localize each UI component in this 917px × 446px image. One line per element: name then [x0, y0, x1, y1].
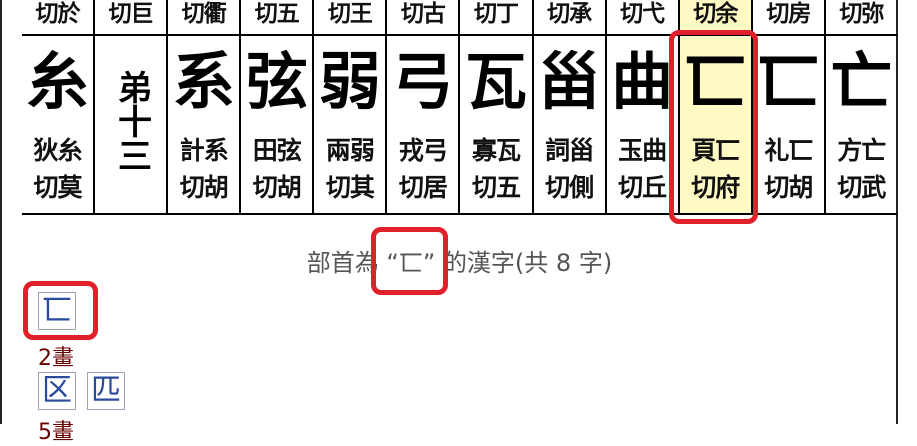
cell-top-text: 切弋	[606, 0, 678, 36]
strip-cell-12: 切弥 亡 方亡 切武	[823, 0, 897, 213]
cell-glyph: 匸	[757, 45, 820, 118]
cell-bottom-line: 切胡	[179, 173, 229, 202]
cell-bottom-line: 頁匸	[691, 136, 740, 165]
cell-bottom-line: 切側	[545, 173, 594, 202]
strip-cell-7: 切丁 瓦 寡瓦 切五	[458, 0, 532, 213]
cell-glyph: 曲	[611, 45, 674, 118]
strip-cell-9: 切弋 曲 玉曲 切丘	[604, 0, 678, 213]
strip-cell-3: 切衢 系 計系 切胡	[166, 0, 240, 213]
cell-top-text: 切於	[22, 0, 94, 36]
cell-bottom-text: 方亡 切武	[828, 132, 895, 212]
cell-bottom-text: 狄糸 切莫	[24, 132, 91, 212]
cell-bottom-line: 切莫	[33, 173, 83, 202]
cell-bottom-line: 兩弱	[325, 136, 375, 165]
cell-bottom-line: 切武	[837, 173, 886, 202]
cell-glyph: 瓦	[465, 45, 528, 118]
strip-cell-11: 切房 匸 礼匸 切胡	[750, 0, 824, 213]
cell-top-text: 切衢	[168, 0, 240, 36]
radical-strip: 切於 糸 狄糸 切莫 切巨 弟十三 切衢 系 計系 切胡 切五 弦 田弦 切胡 …	[22, 0, 897, 215]
cell-bottom-line: 切丘	[618, 173, 667, 202]
strip-cell-6: 切古 弓 戎弓 切居	[385, 0, 459, 213]
cell-glyph: 糸	[26, 45, 89, 118]
heading-prefix: 部首為	[306, 249, 379, 277]
cell-bottom-line: 詞甾	[545, 136, 594, 165]
char-link[interactable]: 区	[38, 372, 76, 410]
char-link[interactable]: 匹	[87, 372, 125, 410]
strip-cell-8: 切承 甾 詞甾 切側	[531, 0, 605, 213]
cell-bottom-text: 詞甾 切側	[536, 132, 603, 212]
radical-heading: 部首為 “匸” 的漢字(共 8 字)	[22, 243, 897, 278]
cell-bottom-line: 切府	[691, 173, 740, 202]
cell-bottom-text: 戎弓 切居	[389, 132, 456, 212]
cell-bottom-text: 頁匸 切府	[682, 132, 749, 212]
cell-glyph: 弦	[245, 45, 308, 118]
cell-bottom-text: 計系 切胡	[170, 132, 237, 212]
cell-bottom-text: 田弦 切胡	[243, 132, 310, 212]
cell-top-text: 切巨	[95, 0, 167, 36]
strip-cell-5: 切王 弱 兩弱 切其	[312, 0, 386, 213]
strip-cell-1: 切於 糸 狄糸 切莫	[22, 0, 94, 213]
strip-cell-4: 切五 弦 田弦 切胡	[239, 0, 313, 213]
cell-top-text: 切五	[241, 0, 313, 36]
strip-cell-2: 切巨 弟十三	[93, 0, 167, 213]
cell-top-text: 切弥	[825, 0, 897, 36]
cell-bottom-line: 切胡	[764, 173, 813, 202]
cell-bottom-text: 玉曲 切丘	[609, 132, 676, 212]
cell-bottom-line: 寡瓦	[472, 136, 521, 165]
cell-bottom-line: 方亡	[837, 136, 886, 165]
cell-glyph: 甾	[538, 45, 601, 118]
cell-top-text: 切丁	[460, 0, 532, 36]
stroke-count-label: 5畫	[38, 420, 74, 445]
cell-glyph: 亡	[830, 45, 893, 118]
cell-glyph: 弱	[318, 45, 381, 118]
cell-bottom-line: 切其	[325, 173, 375, 202]
cell-bottom-text: 寡瓦 切五	[462, 132, 529, 212]
cell-bottom-line: 玉曲	[618, 136, 667, 165]
radical-char-link[interactable]: 匸	[38, 292, 76, 330]
cell-bottom-text	[97, 132, 164, 212]
cell-bottom-line: 田弦	[252, 136, 302, 165]
cell-bottom-line: 切胡	[252, 173, 302, 202]
cell-bottom-line: 礼匸	[764, 136, 813, 165]
cell-top-text: 切房	[752, 0, 824, 36]
cell-bottom-line: 切五	[472, 173, 521, 202]
cell-glyph: 匸	[684, 45, 747, 118]
cell-top-text: 切王	[314, 0, 386, 36]
cell-bottom-text: 兩弱 切其	[316, 132, 383, 212]
heading-radical: “匸”	[386, 249, 436, 277]
cell-glyph: 弓	[391, 45, 454, 118]
cell-bottom-line: 計系	[179, 136, 229, 165]
cell-top-text: 切余	[679, 0, 751, 36]
cell-bottom-line: 狄糸	[33, 136, 83, 165]
cell-glyph: 系	[172, 45, 235, 118]
strip-cell-current-radical[interactable]: 切余 匸 頁匸 切府	[677, 0, 751, 213]
cell-top-text: 切承	[533, 0, 605, 36]
cell-bottom-line: 切居	[398, 173, 448, 202]
heading-suffix: 的漢字(共 8 字)	[442, 249, 613, 277]
cell-bottom-line: 戎弓	[398, 136, 448, 165]
cell-bottom-text: 礼匸 切胡	[755, 132, 822, 212]
cell-top-text: 切古	[387, 0, 459, 36]
stroke-count-label: 2畫	[38, 346, 74, 371]
